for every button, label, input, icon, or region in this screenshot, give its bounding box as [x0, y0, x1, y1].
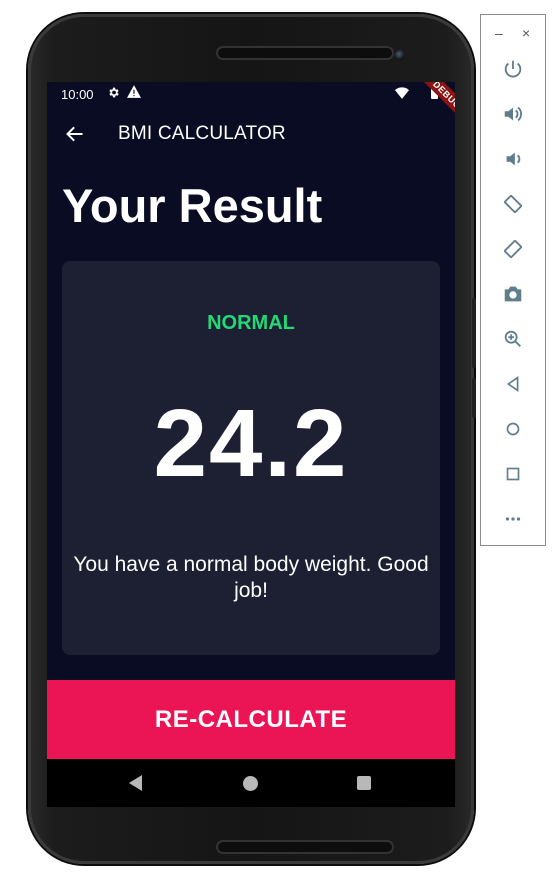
rotate-left-icon[interactable]: [498, 189, 528, 219]
close-icon[interactable]: ×: [522, 25, 530, 41]
nav-recents-icon[interactable]: [357, 776, 371, 790]
side-volume-button: [472, 378, 476, 418]
nav-back-icon[interactable]: [129, 775, 142, 791]
back-icon[interactable]: [498, 369, 528, 399]
zoom-icon[interactable]: [498, 324, 528, 354]
volume-down-icon[interactable]: [498, 144, 528, 174]
status-bar: 10:00: [47, 82, 455, 106]
nav-home-icon[interactable]: [243, 776, 258, 791]
arrow-back-icon[interactable]: [61, 120, 89, 148]
result-card: NORMAL 24.2 You have a normal body weigh…: [62, 261, 440, 655]
app-title: BMI CALCULATOR: [118, 123, 286, 144]
power-icon[interactable]: [498, 54, 528, 84]
bmi-value: 24.2: [153, 390, 349, 497]
app-bar: BMI CALCULATOR: [47, 106, 455, 162]
side-power-button: [472, 298, 476, 368]
page-heading: Your Result: [62, 179, 323, 232]
camera-icon[interactable]: [498, 279, 528, 309]
phone-screen: 10:00 DEBUG BMI CALCULATOR Your Result N…: [47, 82, 455, 807]
bmi-message: You have a normal body weight. Good job!: [73, 553, 429, 602]
bmi-status-label: NORMAL: [207, 312, 295, 334]
minimize-icon[interactable]: –: [495, 25, 503, 41]
android-nav-bar: [47, 759, 455, 807]
front-camera: [395, 50, 405, 60]
more-icon[interactable]: [498, 504, 528, 534]
bottom-speaker: [216, 840, 394, 854]
settings-gear-icon: [107, 86, 120, 102]
overview-icon[interactable]: [498, 459, 528, 489]
recalculate-button[interactable]: RE-CALCULATE: [47, 680, 455, 759]
wifi-icon: [395, 87, 409, 102]
warning-icon: [127, 85, 141, 101]
top-speaker: [216, 46, 394, 60]
status-time: 10:00: [61, 87, 94, 102]
home-icon[interactable]: [498, 414, 528, 444]
volume-up-icon[interactable]: [498, 99, 528, 129]
rotate-right-icon[interactable]: [498, 234, 528, 264]
emulator-toolbar: – ×: [480, 14, 546, 546]
